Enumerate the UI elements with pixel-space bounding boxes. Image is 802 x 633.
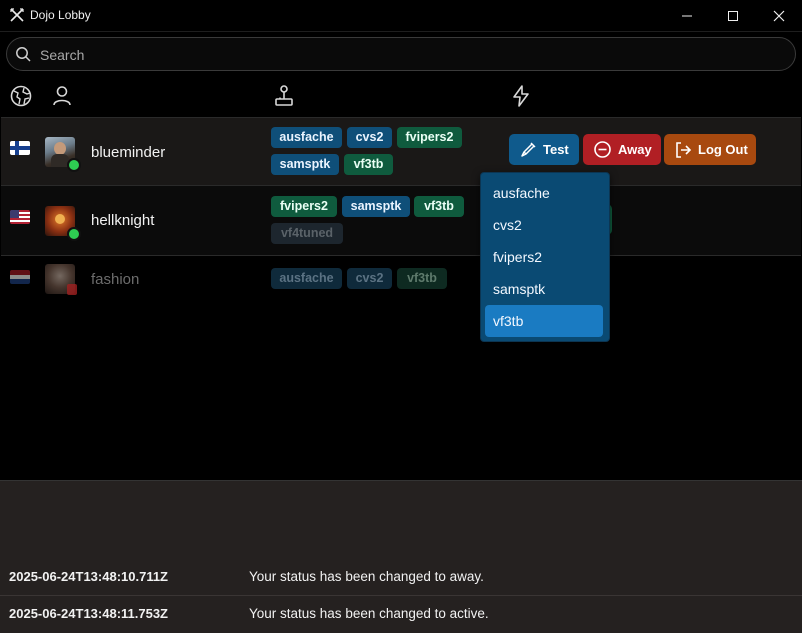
log-message: Your status has been changed to away. [249,569,484,584]
player-row[interactable]: fashion ausfache cvs2 vf3tb [1,256,801,302]
logout-button-label: Log Out [698,142,748,157]
status-log: 2025-06-24T13:48:10.711Z Your status has… [0,480,802,633]
title-bar: Dojo Lobby [0,0,802,32]
user-icon [53,86,71,106]
game-tag: samsptk [342,196,410,217]
player-name: blueminder [91,144,166,161]
away-button-label: Away [618,142,652,157]
globe-icon [10,85,32,107]
search-input[interactable] [38,38,782,72]
finland-flag-icon [10,141,30,155]
game-tag: vf3tb [344,154,393,175]
game-tag: fvipers2 [271,196,337,217]
logout-button[interactable]: Log Out [664,134,756,165]
game-select-dropdown: ausfache cvs2 fvipers2 samsptk vf3tb [480,172,610,342]
joystick-icon [275,85,293,106]
lightning-icon [513,85,529,107]
log-timestamp: 2025-06-24T13:48:10.711Z [9,569,169,584]
player-name: hellknight [91,212,155,229]
game-tag: vf3tb [397,268,447,289]
player-row[interactable]: hellknight fvipers2 samsptk vf3tb vf4tun… [1,186,801,256]
window-title: Dojo Lobby [30,8,91,22]
search-icon [16,47,31,62]
dropdown-item-cvs2[interactable]: cvs2 [485,209,603,241]
away-button[interactable]: Away [583,134,661,165]
maximize-button[interactable] [710,0,756,31]
log-entry: 2025-06-24T13:48:11.753Z Your status has… [0,596,802,632]
game-tag: fvipers2 [397,127,462,148]
test-button[interactable]: Test [509,134,579,165]
online-status-dot [67,227,81,241]
close-icon [773,10,785,21]
player-row[interactable]: blueminder ausfache cvs2 fvipers2 samspt… [1,117,801,186]
player-name: fashion [91,271,140,288]
close-button[interactable] [756,0,802,31]
dropdown-item-samsptk[interactable]: samsptk [485,273,603,305]
offline-status-badge [67,284,77,295]
test-button-label: Test [543,142,569,157]
search-bar [6,37,796,72]
online-status-dot [67,158,81,172]
logout-icon [676,141,692,158]
app-logo-icon [10,8,24,22]
log-message: Your status has been changed to active. [249,606,489,621]
minus-circle-icon [594,141,611,158]
game-tag: samsptk [271,154,339,175]
game-tag: cvs2 [347,127,392,148]
game-tag: ausfache [271,127,342,148]
test-tube-icon [521,141,536,157]
usa-flag-icon [10,210,30,224]
game-tag: cvs2 [347,268,392,289]
dropdown-item-vf3tb[interactable]: vf3tb [485,305,603,337]
log-timestamp: 2025-06-24T13:48:11.753Z [9,606,169,621]
minimize-button[interactable] [664,0,710,31]
game-tag: vf3tb [414,196,464,217]
dropdown-item-ausfache[interactable]: ausfache [485,177,603,209]
game-tag: vf4tuned [271,223,343,244]
game-tag: ausfache [271,268,342,289]
minimize-icon [682,15,692,16]
log-entry: 2025-06-24T13:48:10.711Z Your status has… [0,559,802,596]
maximize-icon [728,10,738,21]
dropdown-item-fvipers2[interactable]: fvipers2 [485,241,603,273]
netherlands-flag-icon [10,270,30,284]
